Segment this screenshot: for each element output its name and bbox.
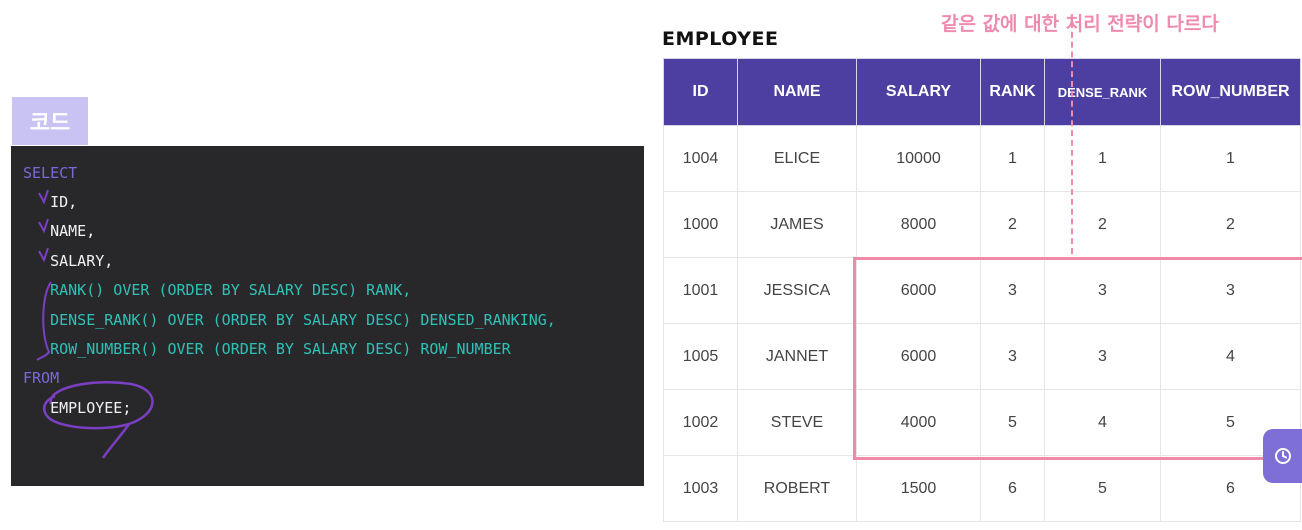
- code-token: ID,: [50, 193, 78, 211]
- cell-rank: 3: [980, 323, 1045, 390]
- dashed-pointer: [1071, 22, 1073, 254]
- header-salary: SALARY: [856, 58, 981, 126]
- cell-salary: 6000: [856, 257, 981, 324]
- history-button[interactable]: [1263, 429, 1302, 483]
- code-tab-label: 코드: [29, 111, 71, 136]
- code-line: RANK() OVER (ORDER BY SALARY DESC) RANK,: [23, 280, 411, 300]
- code-token: NAME,: [50, 222, 96, 240]
- cell-row-number: 2: [1160, 191, 1301, 258]
- code-token: EMPLOYEE;: [50, 399, 132, 417]
- cell-name: JAMES: [737, 191, 857, 258]
- table-row: 1001 JESSICA 6000 3 3 3: [663, 257, 1301, 324]
- cell-id: 1000: [663, 191, 738, 258]
- table-row: 1004 ELICE 10000 1 1 1: [663, 125, 1301, 192]
- cell-rank: 6: [980, 455, 1045, 522]
- code-token: DENSE_RANK() OVER (ORDER BY SALARY DESC)…: [50, 311, 556, 329]
- cell-id: 1003: [663, 455, 738, 522]
- cell-id: 1002: [663, 389, 738, 456]
- header-dense-rank: DENSE_RANK: [1044, 58, 1161, 126]
- cell-id: 1004: [663, 125, 738, 192]
- cell-dense-rank: 3: [1044, 257, 1161, 324]
- code-token: SELECT: [23, 164, 78, 182]
- cell-dense-rank: 2: [1044, 191, 1161, 258]
- table-row: 1002 STEVE 4000 5 4 5: [663, 389, 1301, 456]
- cell-rank: 5: [980, 389, 1045, 456]
- cell-name: JANNET: [737, 323, 857, 390]
- annotation-note: 같은 값에 대한 처리 전략이 다르다: [941, 13, 1219, 35]
- code-token: SALARY,: [50, 252, 114, 270]
- cell-name: STEVE: [737, 389, 857, 456]
- cell-dense-rank: 5: [1044, 455, 1161, 522]
- code-panel: SELECT ID, NAME, SALARY, RANK() OVER (OR…: [11, 146, 644, 486]
- code-line: NAME,: [23, 221, 95, 241]
- cell-salary: 8000: [856, 191, 981, 258]
- code-token: RANK() OVER (ORDER BY SALARY DESC) RANK,: [50, 281, 412, 299]
- employee-table: ID NAME SALARY RANK DENSE_RANK ROW_NUMBE…: [663, 58, 1301, 522]
- cell-salary: 4000: [856, 389, 981, 456]
- cell-name: JESSICA: [737, 257, 857, 324]
- cell-name: ELICE: [737, 125, 857, 192]
- code-line: FROM: [23, 368, 59, 388]
- code-line: ROW_NUMBER() OVER (ORDER BY SALARY DESC)…: [23, 339, 511, 359]
- cell-rank: 2: [980, 191, 1045, 258]
- cell-dense-rank: 4: [1044, 389, 1161, 456]
- table-row: 1003 ROBERT 1500 6 5 6: [663, 455, 1301, 522]
- cell-row-number: 1: [1160, 125, 1301, 192]
- code-token: FROM: [23, 369, 60, 387]
- cell-dense-rank: 1: [1044, 125, 1161, 192]
- code-token: ROW_NUMBER() OVER (ORDER BY SALARY DESC)…: [50, 340, 511, 358]
- cell-id: 1005: [663, 323, 738, 390]
- header-rank: RANK: [980, 58, 1045, 126]
- cell-rank: 3: [980, 257, 1045, 324]
- header-id: ID: [663, 58, 738, 126]
- code-tab[interactable]: 코드: [12, 97, 88, 145]
- cell-id: 1001: [663, 257, 738, 324]
- cell-name: ROBERT: [737, 455, 857, 522]
- code-line: ID,: [23, 192, 77, 212]
- cell-dense-rank: 3: [1044, 323, 1161, 390]
- clock-icon: [1274, 448, 1291, 464]
- cell-rank: 1: [980, 125, 1045, 192]
- code-line: EMPLOYEE;: [23, 398, 131, 418]
- code-line: SALARY,: [23, 251, 113, 271]
- cell-salary: 1500: [856, 455, 981, 522]
- code-line: SELECT: [23, 163, 77, 183]
- code-line: DENSE_RANK() OVER (ORDER BY SALARY DESC)…: [23, 310, 556, 330]
- cell-salary: 6000: [856, 323, 981, 390]
- table-title: EMPLOYEE: [662, 28, 779, 50]
- table-header-row: ID NAME SALARY RANK DENSE_RANK ROW_NUMBE…: [663, 58, 1301, 126]
- header-row-number: ROW_NUMBER: [1160, 58, 1301, 126]
- cell-row-number: 3: [1160, 257, 1301, 324]
- header-name: NAME: [737, 58, 857, 126]
- table-row: 1000 JAMES 8000 2 2 2: [663, 191, 1301, 258]
- table-row: 1005 JANNET 6000 3 3 4: [663, 323, 1301, 390]
- cell-row-number: 4: [1160, 323, 1301, 390]
- cell-salary: 10000: [856, 125, 981, 192]
